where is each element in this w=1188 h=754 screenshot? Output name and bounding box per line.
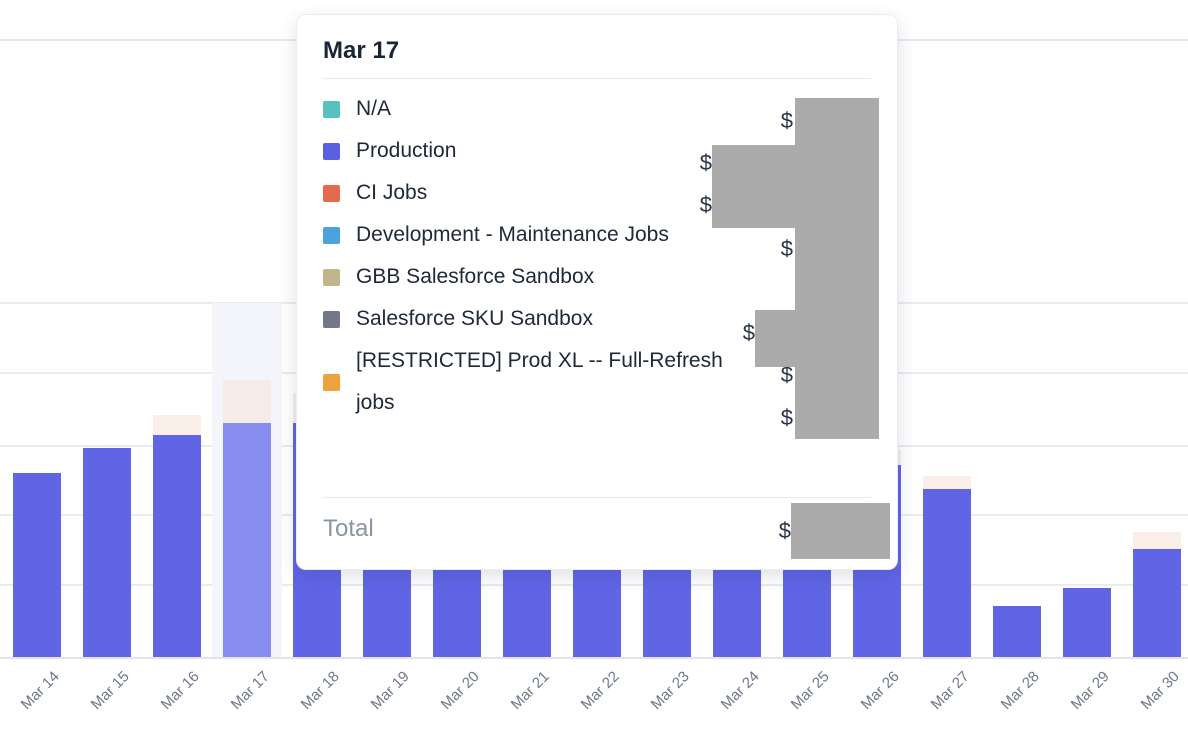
tooltip-row: GBB Salesforce Sandbox: [323, 256, 871, 298]
tooltip-total-label: Total: [323, 515, 374, 543]
series-label: [RESTRICTED] Prod XL -- Full-Refresh job…: [356, 340, 726, 424]
series-color-swatch: [323, 269, 340, 286]
x-tick-label: Mar 29: [1068, 668, 1113, 713]
series-label: Development - Maintenance Jobs: [356, 214, 669, 256]
currency-symbol: $: [779, 518, 791, 544]
series-label: CI Jobs: [356, 172, 427, 214]
bar-mar-14[interactable]: [13, 473, 61, 657]
x-tick-label: Mar 25: [788, 668, 833, 713]
x-tick-label: Mar 22: [578, 668, 623, 713]
x-tick-label: Mar 23: [648, 668, 693, 713]
bar-mar-30[interactable]: [1133, 549, 1181, 657]
tooltip-divider-total: [323, 497, 871, 498]
x-tick-label: Mar 26: [858, 668, 903, 713]
bar-mar-16[interactable]: [153, 435, 201, 657]
currency-symbol: $: [781, 405, 793, 431]
x-tick-label: Mar 18: [298, 668, 343, 713]
x-tick-label: Mar 14: [18, 668, 63, 713]
bar-segment-cap-mar-30[interactable]: [1133, 532, 1181, 549]
x-tick-label: Mar 19: [368, 668, 413, 713]
bar-mar-17[interactable]: [223, 423, 271, 657]
bar-mar-15[interactable]: [83, 448, 131, 657]
series-label: GBB Salesforce Sandbox: [356, 256, 594, 298]
redacted-value-block: [755, 310, 795, 367]
redacted-value-block: [795, 98, 879, 439]
currency-symbol: $: [743, 320, 755, 346]
bar-segment-cap-mar-17[interactable]: [223, 380, 271, 423]
series-label: N/A: [356, 88, 391, 130]
bar-mar-27[interactable]: [923, 489, 971, 657]
x-tick-label: Mar 30: [1138, 668, 1183, 713]
x-axis-line: [0, 657, 1188, 659]
series-color-swatch: [323, 311, 340, 328]
series-color-swatch: [323, 185, 340, 202]
x-tick-label: Mar 28: [998, 668, 1043, 713]
series-label: Salesforce SKU Sandbox: [356, 298, 593, 340]
x-tick-label: Mar 17: [228, 668, 273, 713]
bar-mar-29[interactable]: [1063, 588, 1111, 657]
x-tick-label: Mar 15: [88, 668, 133, 713]
chart-tooltip: Mar 17 N/AProductionCI JobsDevelopment -…: [296, 14, 898, 570]
redacted-value-block: [712, 145, 795, 228]
currency-symbol: $: [700, 192, 712, 218]
series-color-swatch: [323, 374, 340, 391]
currency-symbol: $: [781, 108, 793, 134]
series-color-swatch: [323, 227, 340, 244]
series-color-swatch: [323, 143, 340, 160]
x-tick-label: Mar 16: [158, 668, 203, 713]
tooltip-title: Mar 17: [297, 15, 897, 78]
x-tick-label: Mar 21: [508, 668, 553, 713]
x-tick-label: Mar 24: [718, 668, 763, 713]
bar-segment-cap-mar-27[interactable]: [923, 476, 971, 489]
x-tick-label: Mar 20: [438, 668, 483, 713]
redacted-value-block: [791, 503, 890, 559]
currency-symbol: $: [781, 236, 793, 262]
bar-segment-cap-mar-16[interactable]: [153, 415, 201, 435]
x-tick-label: Mar 27: [928, 668, 973, 713]
series-color-swatch: [323, 101, 340, 118]
tooltip-divider-top: [323, 78, 871, 79]
bar-mar-28[interactable]: [993, 606, 1041, 657]
currency-symbol: $: [700, 150, 712, 176]
series-label: Production: [356, 130, 456, 172]
